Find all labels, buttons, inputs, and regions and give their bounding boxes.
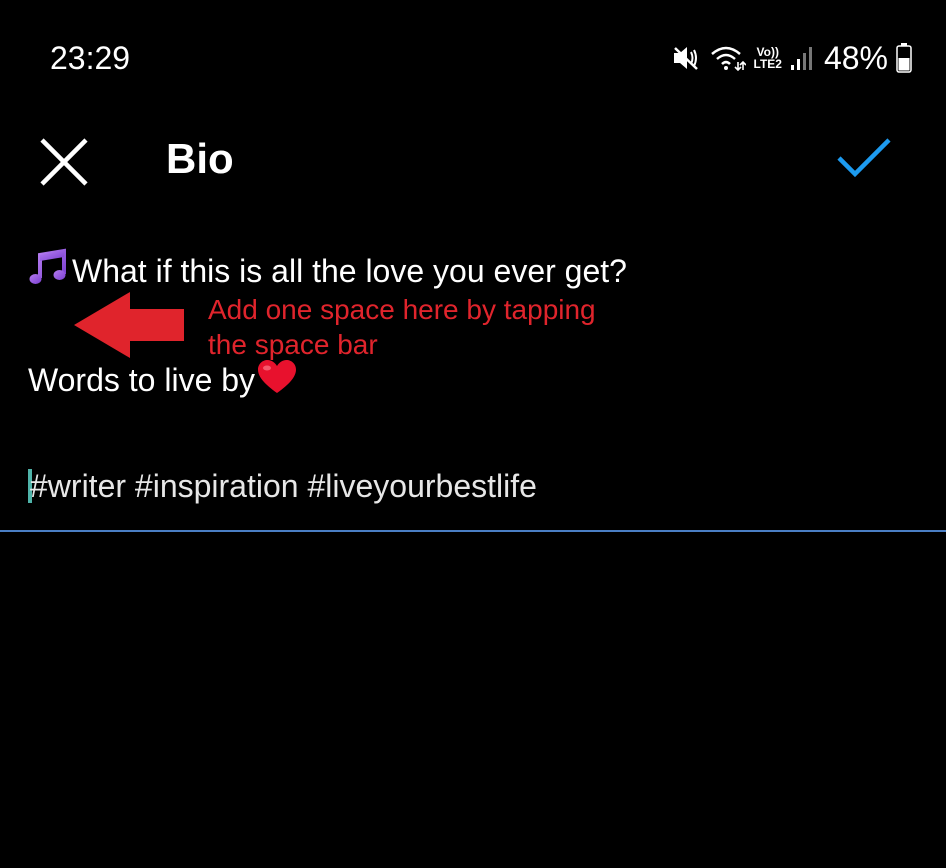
bio-line-2-text: Words to live by (28, 362, 256, 398)
save-button[interactable] (834, 132, 894, 184)
status-time: 23:29 (50, 40, 131, 76)
music-note-icon (28, 248, 68, 299)
annotation-line-1: Add one space here by tapping (208, 294, 596, 325)
page-title: Bio (166, 135, 234, 182)
status-icons: Vo)) LTE2 48% (672, 38, 913, 78)
mute-icon (672, 45, 702, 71)
bio-line-1-text: What if this is all the love you ever ge… (72, 253, 627, 289)
battery-percent: 48% (823, 40, 888, 76)
lte-label: LTE2 (753, 57, 782, 71)
close-icon (40, 138, 88, 186)
bio-line-3: #writer #inspiration #liveyourbestlife (28, 464, 537, 508)
bio-line-2: Words to live by (28, 358, 297, 406)
battery-icon (896, 43, 912, 73)
input-underline (0, 530, 946, 532)
annotation-line-2: the space bar (208, 329, 378, 360)
hashtags-text: #writer #inspiration #liveyourbestlife (30, 468, 537, 504)
red-heart-icon (257, 359, 297, 406)
close-button[interactable] (36, 134, 92, 190)
signal-icon (790, 45, 812, 71)
check-icon (837, 138, 891, 178)
annotation-arrow-icon (74, 292, 186, 363)
wifi-icon (710, 44, 746, 72)
annotation-text: Add one space here by tapping the space … (208, 292, 596, 362)
network-label: Vo)) LTE2 (754, 46, 782, 70)
